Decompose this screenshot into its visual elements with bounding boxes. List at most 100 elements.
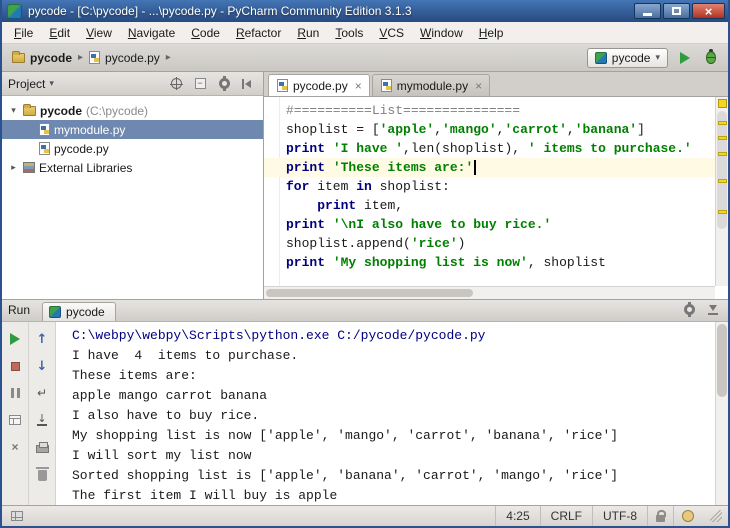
layout-icon: [9, 415, 21, 425]
menu-item-code[interactable]: Code: [183, 24, 228, 42]
settings-button[interactable]: [215, 75, 233, 93]
console-scrollbar-thumb[interactable]: [717, 324, 727, 397]
tree-expand-icon[interactable]: ▾: [8, 105, 19, 116]
inspection-indicator-icon[interactable]: [718, 99, 727, 108]
tree-item-mymodule-py[interactable]: mymodule.py: [2, 120, 263, 139]
readonly-toggle[interactable]: [647, 506, 673, 526]
folder-icon: [23, 106, 36, 116]
pyfile-icon: [39, 142, 50, 155]
encoding-widget[interactable]: UTF-8: [592, 506, 647, 526]
run-tab-pycode[interactable]: pycode: [42, 302, 116, 321]
project-view-selector[interactable]: Project ▾: [8, 77, 54, 91]
tree-item-pycode[interactable]: ▾pycode (C:\pycode): [2, 101, 263, 120]
console[interactable]: C:\webpy\webpy\Scripts\python.exe C:/pyc…: [56, 322, 728, 505]
bug-icon: [706, 51, 716, 64]
hide-run-panel-button[interactable]: [704, 300, 722, 318]
warning-stripe-mark[interactable]: [718, 179, 727, 183]
warning-stripe-mark[interactable]: [718, 152, 727, 156]
run-toolbar-secondary: ↑ ↓ ↵ ↓: [29, 322, 56, 505]
tree-expand-icon[interactable]: ▸: [8, 162, 19, 173]
horizontal-scrollbar[interactable]: [264, 286, 715, 299]
tab-mymodule-py[interactable]: mymodule.py ×: [372, 74, 490, 96]
window-controls: ×: [634, 3, 725, 19]
warning-stripe-mark[interactable]: [718, 136, 727, 140]
breadcrumb-label: pycode.py: [105, 51, 160, 65]
editor-code[interactable]: #==========List===============shoplist =…: [264, 101, 715, 272]
hector-inspections[interactable]: [673, 506, 702, 526]
pause-icon: [11, 388, 20, 398]
pause-output-button[interactable]: [6, 384, 24, 402]
menu-item-window[interactable]: Window: [412, 24, 471, 42]
tab-pycode-py[interactable]: pycode.py×: [268, 74, 370, 96]
breadcrumb-item-pycode[interactable]: pycode: [10, 50, 74, 66]
tab-label: mymodule.py: [397, 79, 468, 93]
code-line: print 'My shopping list is now', shoplis…: [264, 253, 715, 272]
console-scrollbar[interactable]: [715, 322, 728, 505]
console-output: C:\webpy\webpy\Scripts\python.exe C:/pyc…: [56, 326, 715, 505]
pycharm-logo-icon: [49, 306, 61, 318]
run-controls: pycode ▾: [587, 48, 720, 68]
restore-layout-button[interactable]: [6, 411, 24, 429]
minimize-button[interactable]: [634, 3, 661, 19]
code-line: #==========List===============: [264, 101, 715, 120]
menu-item-run[interactable]: Run: [289, 24, 327, 42]
play-icon: [680, 52, 690, 64]
run-configuration-label: pycode: [612, 51, 651, 65]
run-button[interactable]: [676, 49, 694, 67]
menu-item-help[interactable]: Help: [471, 24, 512, 42]
resize-grip-icon[interactable]: [710, 510, 722, 522]
chevron-down-icon: ▾: [49, 78, 54, 89]
close-button[interactable]: ×: [692, 3, 725, 19]
pyfile-icon: [39, 123, 50, 136]
menu-item-vcs[interactable]: VCS: [371, 24, 412, 42]
scroll-to-end-button[interactable]: ↓: [33, 411, 51, 429]
caret-position-widget[interactable]: 4:25: [495, 506, 539, 526]
horizontal-scrollbar-thumb[interactable]: [266, 289, 473, 297]
editor-area: pycode.py× mymodule.py × #==========List==…: [264, 72, 728, 299]
toggle-toolwindows-button[interactable]: [8, 507, 26, 525]
maximize-icon: [672, 7, 681, 15]
menu-item-view[interactable]: View: [78, 24, 120, 42]
rerun-button[interactable]: [6, 330, 24, 348]
next-occurrence-button[interactable]: ↓: [33, 357, 51, 375]
warning-stripe-mark[interactable]: [718, 121, 727, 125]
run-settings-button[interactable]: [680, 300, 698, 318]
tree-item-pycode-py[interactable]: pycode.py: [2, 139, 263, 158]
title-bar[interactable]: pycode - [C:\pycode] - ...\pycode.py - P…: [2, 0, 728, 22]
close-tab-icon[interactable]: ×: [355, 80, 362, 92]
python-file-icon: [381, 79, 392, 92]
lock-icon: [656, 515, 665, 522]
prev-occurrence-button[interactable]: ↑: [33, 330, 51, 348]
breadcrumb: pycode▸pycode.py▸: [10, 50, 579, 66]
run-panel-header: Run pycode: [2, 300, 728, 322]
maximize-button[interactable]: [663, 3, 690, 19]
tree-item-external-libraries[interactable]: ▸External Libraries: [2, 158, 263, 177]
menu-item-navigate[interactable]: Navigate: [120, 24, 183, 42]
debug-button[interactable]: [702, 49, 720, 67]
close-tab-icon[interactable]: ×: [475, 80, 482, 92]
hide-panel-button[interactable]: [239, 75, 257, 93]
collapse-all-button[interactable]: −: [191, 75, 209, 93]
arrow-up-icon: ↑: [37, 333, 48, 346]
hide-icon: [707, 303, 719, 315]
breadcrumb-item-pycode-py[interactable]: pycode.py: [87, 50, 162, 66]
warning-stripe-mark[interactable]: [718, 210, 727, 214]
run-configuration-select[interactable]: pycode ▾: [587, 48, 668, 68]
error-stripe[interactable]: [715, 97, 728, 286]
console-line: My shopping list is now ['apple', 'mango…: [72, 426, 715, 446]
stop-button[interactable]: [6, 357, 24, 375]
menu-item-file[interactable]: File: [6, 24, 41, 42]
scroll-from-source-button[interactable]: [167, 75, 185, 93]
menu-item-refactor[interactable]: Refactor: [228, 24, 289, 42]
menu-item-tools[interactable]: Tools: [327, 24, 371, 42]
clear-all-button[interactable]: [33, 465, 51, 483]
close-console-button[interactable]: ×: [6, 438, 24, 456]
tree-item-path: (C:\pycode): [86, 104, 148, 118]
line-separator-widget[interactable]: CRLF: [540, 506, 592, 526]
editor[interactable]: #==========List===============shoplist =…: [264, 97, 728, 299]
soft-wrap-button[interactable]: ↵: [33, 384, 51, 402]
print-button[interactable]: [33, 438, 51, 456]
project-tool-window: Project ▾ − ▾pycode (C:\pycode)mymodule.…: [2, 72, 264, 299]
menu-item-edit[interactable]: Edit: [41, 24, 78, 42]
run-toolbar-main: ×: [2, 322, 29, 505]
